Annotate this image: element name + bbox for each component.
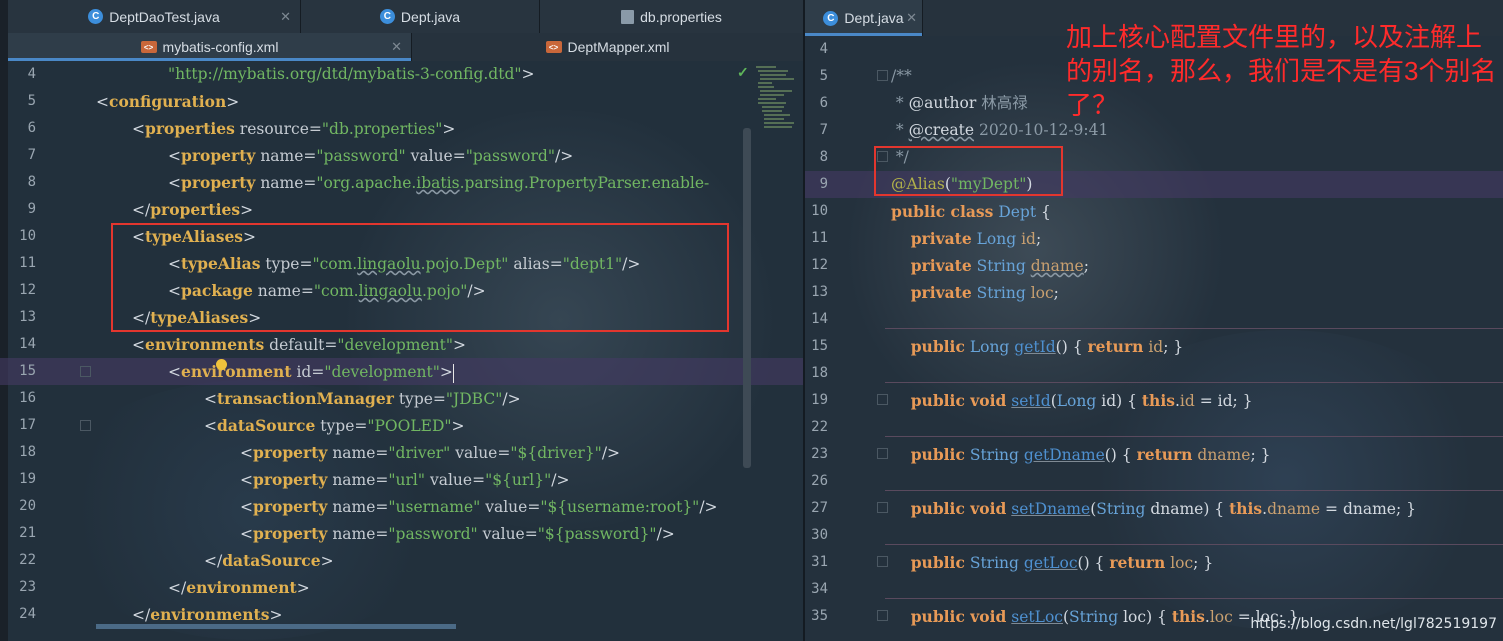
method-separator: [885, 544, 1503, 545]
javadoc-create: 2020-10-12-9:41: [978, 121, 1109, 139]
tab-dept-java-right[interactable]: C Dept.java ✕: [805, 0, 923, 36]
code-line-current: 15 <environment id="development">: [0, 358, 803, 385]
code-line: 11 <typeAlias type="com.lingaolu.pojo.De…: [19, 254, 641, 273]
code-minimap: [756, 66, 794, 128]
code-line: 16 <transactionManager type="JDBC"/>: [19, 389, 521, 408]
method-separator: [885, 598, 1503, 599]
annotation-text: 加上核心配置文件里的，以及注解上的别名，那么，我们是不是有3个别名了？: [1066, 22, 1497, 120]
tab-deptmapper-xml[interactable]: <> DeptMapper.xml: [412, 33, 803, 61]
method-separator: [885, 490, 1503, 491]
tab-db-properties[interactable]: db.properties: [540, 0, 803, 33]
java-editor[interactable]: 4 5 /** 6 * @author 林高禄 7 * @create 2020…: [805, 36, 1503, 641]
horizontal-scrollbar[interactable]: [96, 624, 456, 629]
fold-marker-icon[interactable]: [877, 70, 888, 81]
tab-label: DeptMapper.xml: [567, 39, 670, 55]
fold-marker-icon[interactable]: [80, 366, 91, 377]
code-line: 12 private String dname;: [811, 256, 1089, 275]
code-line: 12 <package name="com.lingaolu.pojo"/>: [19, 281, 486, 300]
code-line: 6 <properties resource="db.properties">: [27, 119, 456, 138]
code-line: 10 <typeAliases>: [19, 227, 257, 246]
inspection-ok-icon: ✓: [737, 64, 749, 80]
left-editor-pane[interactable]: C DeptDaoTest.java ✕ C Dept.java db.prop…: [0, 0, 803, 641]
method-separator: [885, 382, 1503, 383]
code-line: 19 <property name="url" value="${url}"/>: [19, 470, 570, 489]
code-line: 8 <property name="org.apache.ibatis.pars…: [27, 173, 710, 192]
tab-label: Dept.java: [844, 10, 904, 26]
code-line: 18 <property name="driver" value="${driv…: [19, 443, 621, 462]
fold-marker-icon[interactable]: [877, 448, 888, 459]
tab-label: Dept.java: [400, 8, 461, 25]
xml-file-icon: <>: [140, 41, 157, 53]
code-line: 17 <dataSource type="POOLED">: [19, 416, 465, 435]
code-line: 9 </properties>: [27, 200, 254, 219]
code-line: 8 */: [819, 148, 909, 166]
code-line: 14 <environments default="development">: [19, 335, 466, 354]
java-class-icon: C: [88, 9, 104, 24]
code-line: 11 private Long id;: [811, 229, 1042, 248]
tab-dept-java[interactable]: C Dept.java: [301, 0, 540, 33]
code-line: 21 <property name="password" value="${pa…: [19, 524, 675, 543]
method-separator: [885, 436, 1503, 437]
code-line: 7 <property name="password" value="passw…: [27, 146, 574, 165]
xml-editor[interactable]: 4 "http://mybatis.org/dtd/mybatis-3-conf…: [0, 61, 803, 641]
code-line: 22 </dataSource>: [19, 551, 334, 570]
close-icon[interactable]: ✕: [906, 10, 917, 26]
fold-marker-icon[interactable]: [877, 556, 888, 567]
java-class-icon: C: [823, 10, 839, 26]
code-line: 4 "http://mybatis.org/dtd/mybatis-3-conf…: [27, 65, 535, 83]
code-line: 31 public String getLoc() { return loc; …: [811, 553, 1214, 572]
lightbulb-icon[interactable]: [216, 359, 227, 370]
tab-label: DeptDaoTest.java: [109, 8, 220, 25]
properties-file-icon: [621, 9, 635, 24]
code-line: 23 public String getDname() { return dna…: [811, 445, 1271, 464]
code-line: 20 <property name="username" value="${us…: [19, 497, 718, 516]
fold-marker-icon[interactable]: [877, 610, 888, 621]
tab-mybatis-config-xml[interactable]: <> mybatis-config.xml ✕: [8, 33, 412, 61]
code-line-current: 9 @Alias("myDept"): [805, 171, 1503, 198]
left-tab-row-1: C DeptDaoTest.java ✕ C Dept.java db.prop…: [8, 0, 803, 33]
code-line: 15 public Long getId() { return id; }: [811, 337, 1184, 356]
tab-label: mybatis-config.xml: [162, 39, 279, 55]
fold-marker-icon[interactable]: [80, 420, 91, 431]
code-line: 13 private String loc;: [811, 283, 1059, 302]
fold-marker-icon[interactable]: [877, 151, 888, 162]
close-icon[interactable]: ✕: [280, 9, 291, 25]
code-line: 23 </environment>: [19, 578, 310, 597]
fold-marker-icon[interactable]: [877, 394, 888, 405]
tab-deptdaotest-java[interactable]: C DeptDaoTest.java ✕: [8, 0, 301, 33]
javadoc-author: 林高禄: [981, 94, 1028, 112]
watermark-text: https://blog.csdn.net/lgl782519197: [1250, 616, 1497, 632]
tab-label: db.properties: [640, 8, 722, 25]
code-line: 27 public void setDname(String dname) { …: [811, 499, 1416, 518]
java-class-icon: C: [379, 9, 395, 24]
close-icon[interactable]: ✕: [391, 39, 402, 55]
xml-file-icon: <>: [545, 41, 562, 53]
left-tab-row-2: <> mybatis-config.xml ✕ <> DeptMapper.xm…: [8, 33, 803, 61]
code-line: 10 public class Dept {: [811, 202, 1051, 221]
method-separator: [885, 328, 1503, 329]
fold-marker-icon[interactable]: [877, 502, 888, 513]
vertical-scrollbar[interactable]: [743, 128, 751, 468]
code-line: 19 public void setId(Long id) { this.id …: [811, 391, 1253, 410]
code-line: 5 <configuration>: [27, 92, 240, 111]
code-line: 13 </typeAliases>: [19, 308, 262, 327]
